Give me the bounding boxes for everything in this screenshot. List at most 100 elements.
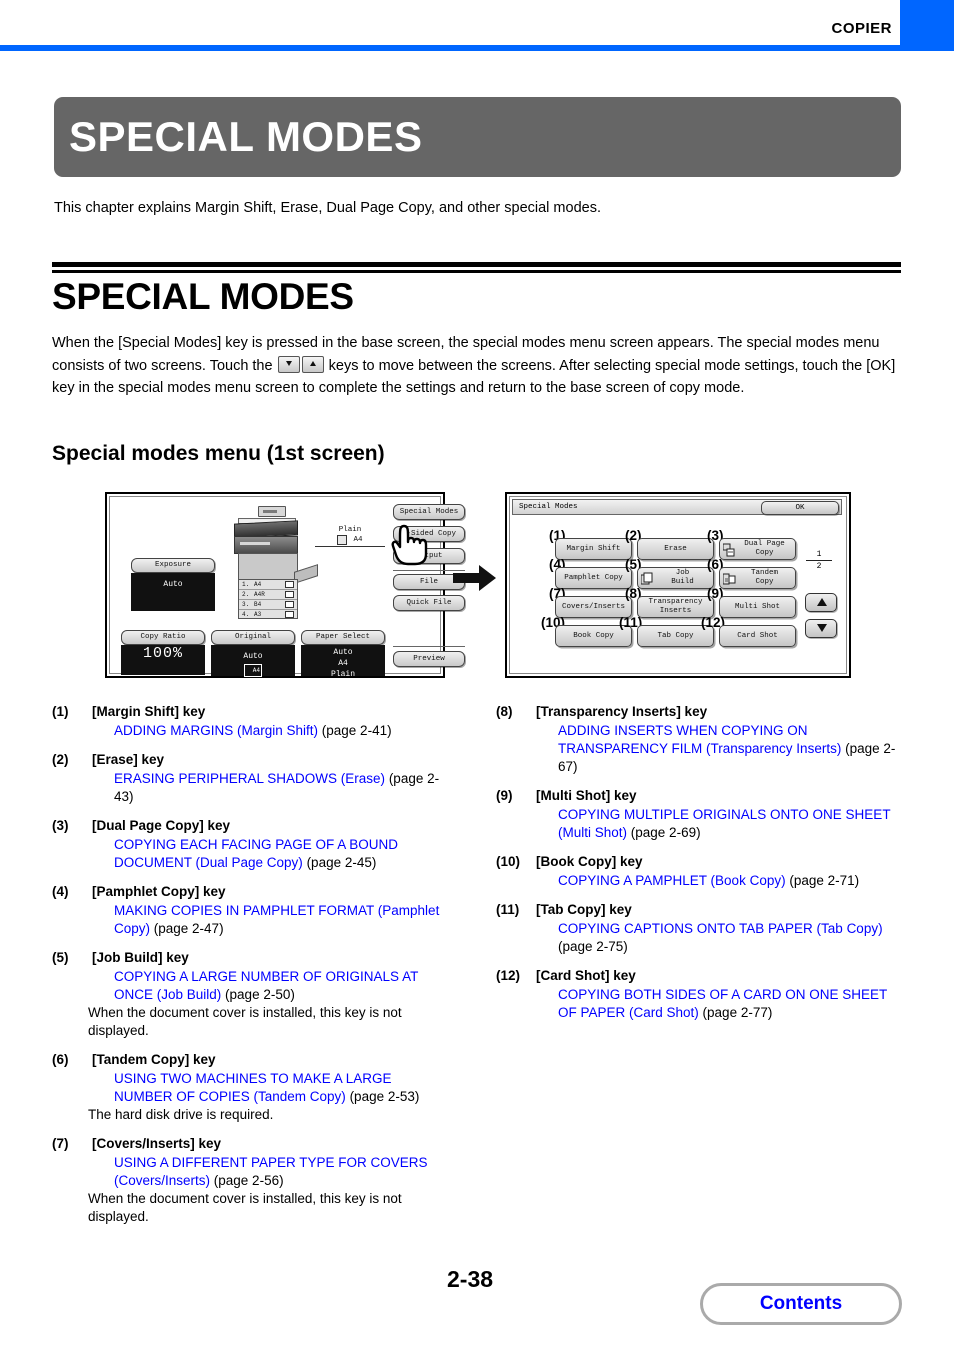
list-item: (1) [Margin Shift] key ADDING MARGINS (Ma…: [52, 703, 452, 740]
preview-key-label: Preview: [413, 654, 445, 663]
dual-page-copy-button[interactable]: Dual Page Copy: [719, 538, 796, 560]
list-item-link[interactable]: ADDING INSERTS WHEN COPYING ON TRANSPARE…: [558, 722, 896, 776]
list-item-key: [Tandem Copy] key: [92, 1052, 216, 1067]
list-item: (8) [Transparency Inserts] key ADDING INS…: [496, 703, 896, 776]
card-shot-button-label: Card Shot: [737, 631, 778, 640]
reference-list-left: (1) [Margin Shift] key ADDING MARGINS (Ma…: [52, 703, 452, 1237]
paper-select-value-display: Auto A4 Plain: [301, 645, 385, 679]
list-item: (5) [Job Build] key COPYING A LARGE NUMBE…: [52, 949, 452, 1040]
tandem-copy-button[interactable]: Tandem Copy: [719, 567, 796, 589]
list-item: (12) [Card Shot] key COPYING BOTH SIDES O…: [496, 967, 896, 1022]
special-modes-key[interactable]: Special Modes: [393, 504, 465, 520]
list-item: (3) [Dual Page Copy] key COPYING EACH FAC…: [52, 817, 452, 872]
list-item: (9) [Multi Shot] key COPYING MULTIPLE ORI…: [496, 787, 896, 842]
scroll-up-button[interactable]: [805, 593, 837, 612]
list-item-number: (3): [52, 818, 69, 833]
quick-file-key[interactable]: Quick File: [393, 595, 465, 611]
multi-shot-button[interactable]: Multi Shot: [719, 596, 796, 618]
preview-divider: [393, 646, 465, 647]
covers-inserts-button-label: Covers/Inserts: [561, 602, 625, 611]
list-item-number: (7): [52, 1136, 69, 1151]
tray-size: B4: [254, 601, 262, 608]
section-title: SPECIAL MODES: [52, 276, 354, 317]
list-item-number: (2): [52, 752, 69, 767]
paper-select-value-2: A4: [338, 659, 348, 668]
list-item-link[interactable]: COPYING EACH FACING PAGE OF A BOUND DOCU…: [114, 836, 452, 872]
file-key-label: File: [419, 577, 438, 586]
tray-row: 4. A3: [239, 610, 297, 619]
list-item-key: [Tab Copy] key: [536, 902, 632, 917]
original-key-label: Original: [234, 633, 271, 641]
list-item: (6) [Tandem Copy] key USING TWO MACHINES …: [52, 1051, 452, 1124]
preview-key[interactable]: Preview: [393, 651, 465, 667]
tray-list: 1. A4 2. A4R 3. B4 4. A3: [238, 579, 298, 619]
list-item-number: (11): [496, 902, 520, 917]
contents-button[interactable]: Contents: [700, 1283, 902, 1325]
exposure-value-display: Auto: [131, 573, 215, 611]
copy-ratio-value-display: 100%: [121, 645, 205, 675]
list-item-number: (9): [496, 788, 513, 803]
list-item-page: (page 2-53): [345, 1089, 420, 1104]
list-item-link[interactable]: COPYING CAPTIONS ONTO TAB PAPER (Tab Cop…: [558, 920, 896, 956]
list-item-link[interactable]: USING TWO MACHINES TO MAKE A LARGE NUMBE…: [114, 1070, 452, 1106]
list-item-key: [Card Shot] key: [536, 968, 636, 983]
list-item-note: When the document cover is installed, th…: [88, 1191, 402, 1224]
list-item-note: The hard disk drive is required.: [88, 1107, 274, 1122]
chapter-banner-title: SPECIAL MODES: [69, 113, 423, 160]
special-modes-title: Special Modes: [519, 503, 578, 511]
dual-page-copy-button-label: Dual Page Copy: [744, 540, 785, 557]
tray-size: A3: [254, 611, 262, 618]
list-item-number: (5): [52, 950, 69, 965]
job-build-button[interactable]: Job Build: [637, 567, 714, 589]
copy-ratio-key-label: Copy Ratio: [140, 633, 186, 641]
list-item-link[interactable]: COPYING A LARGE NUMBER OF ORIGINALS AT O…: [114, 968, 452, 1004]
list-item-link[interactable]: COPYING A PAMPHLET (Book Copy) (page 2-7…: [558, 872, 896, 890]
tray-number: 3.: [242, 601, 250, 608]
list-item-link[interactable]: COPYING BOTH SIDES OF A CARD ON ONE SHEE…: [558, 986, 896, 1022]
chapter-intro-text: This chapter explains Margin Shift, Eras…: [54, 200, 601, 216]
subsection-title: Special modes menu (1st screen): [52, 442, 385, 465]
section-body-text: When the [Special Modes] key is pressed …: [52, 332, 902, 400]
page-number: 2-38: [447, 1266, 494, 1292]
special-modes-screen-panel: Special Modes OK (1) Margin Shift (2) Er…: [505, 492, 851, 678]
contents-button-label: Contents: [759, 1293, 843, 1314]
chapter-banner: SPECIAL MODES: [54, 97, 901, 177]
list-item-number: (8): [496, 704, 513, 719]
list-item-link[interactable]: COPYING MULTIPLE ORIGINALS ONTO ONE SHEE…: [558, 806, 896, 842]
list-item-number: (12): [496, 968, 521, 983]
original-key[interactable]: Original: [211, 630, 295, 645]
book-copy-button-label: Book Copy: [573, 631, 614, 640]
list-item-link[interactable]: ERASING PERIPHERAL SHADOWS (Erase) (page…: [114, 770, 452, 806]
paper-select-value-1: Auto: [333, 648, 353, 657]
page-header: COPIER: [0, 0, 954, 51]
scroll-down-key-icon: [277, 355, 300, 373]
ok-button[interactable]: OK: [761, 501, 839, 515]
page-total: 2: [806, 560, 832, 571]
paper-select-key[interactable]: Paper Select: [301, 630, 385, 645]
card-shot-button[interactable]: Card Shot: [719, 625, 796, 647]
paper-info-size: A4: [353, 536, 363, 544]
list-item-number: (10): [496, 854, 521, 869]
list-item-link[interactable]: USING A DIFFERENT PAPER TYPE FOR COVERS …: [114, 1154, 452, 1190]
list-item-key: [Pamphlet Copy] key: [92, 884, 226, 899]
copy-ratio-key[interactable]: Copy Ratio: [121, 630, 205, 645]
tray-number: 2.: [242, 591, 250, 598]
multi-shot-button-label: Multi Shot: [734, 602, 780, 611]
original-doc-icon: A4: [244, 664, 262, 677]
scroll-down-button[interactable]: [805, 619, 837, 638]
margin-shift-button[interactable]: Margin Shift: [555, 538, 632, 560]
tray-number: 1.: [242, 581, 250, 588]
header-accent-block: [900, 0, 954, 45]
dual-page-icon: [722, 543, 736, 557]
pamphlet-copy-button[interactable]: Pamphlet Copy: [555, 567, 632, 589]
erase-button[interactable]: Erase: [637, 538, 714, 560]
quick-file-key-label: Quick File: [406, 598, 452, 607]
list-item-page: (page 2-45): [302, 855, 377, 870]
tray-paper-icon: [285, 591, 294, 598]
list-item-link[interactable]: ADDING MARGINS (Margin Shift) (page 2-41…: [114, 722, 452, 740]
list-item-link[interactable]: MAKING COPIES IN PAMPHLET FORMAT (Pamphl…: [114, 902, 452, 938]
paper-type-icon: [337, 535, 348, 545]
exposure-key[interactable]: Exposure: [131, 558, 215, 573]
list-item-page: (page 2-50): [221, 987, 295, 1002]
list-item: (4) [Pamphlet Copy] key MAKING COPIES IN …: [52, 883, 452, 938]
